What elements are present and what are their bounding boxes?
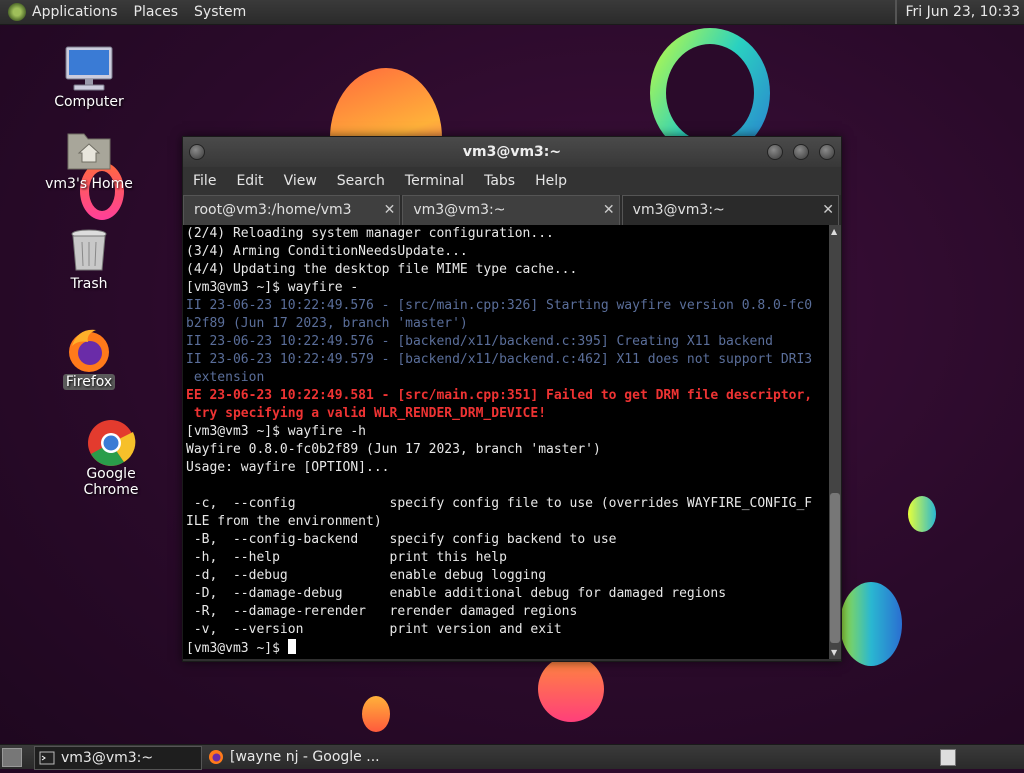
taskbar-item-terminal[interactable]: vm3@vm3:~ (34, 746, 202, 770)
places-menu[interactable]: Places (134, 0, 179, 24)
wallpaper-shape (538, 656, 604, 722)
desktop-icon-label: Google Chrome (83, 466, 139, 498)
terminal-line: extension (186, 370, 265, 385)
tab-close-icon[interactable]: ✕ (822, 196, 834, 224)
desktop-icon-label: Computer (54, 94, 124, 110)
tab-label: root@vm3:/home/vm3 (194, 202, 352, 218)
firefox-icon (64, 326, 114, 372)
window-titlebar[interactable]: vm3@vm3:~ (183, 137, 841, 167)
terminal-prompt-line: [vm3@vm3 ~]$ (186, 639, 826, 658)
terminal-line: -R, --damage-rerender rerender damaged r… (186, 604, 578, 619)
desktop-icon-computer[interactable]: Computer (34, 46, 144, 110)
terminal-line: -v, --version print version and exit (186, 622, 562, 637)
terminal-line: II 23-06-23 10:22:49.579 - [backend/x11/… (186, 352, 813, 367)
terminal-line: (3/4) Arming ConditionNeedsUpdate... (186, 244, 468, 259)
menu-help[interactable]: Help (535, 173, 567, 189)
taskbar-item-label: [wayne nj - Google ... (230, 749, 380, 765)
terminal-line: Wayfire 0.8.0-fc0b2f89 (Jun 17 2023, bra… (186, 442, 601, 457)
terminal-icon (39, 750, 55, 766)
scroll-up-icon[interactable]: ▲ (831, 227, 837, 236)
terminal-line: Usage: wayfire [OPTION]... (186, 460, 390, 475)
tab-root-home[interactable]: root@vm3:/home/vm3 ✕ (183, 195, 401, 225)
menu-search[interactable]: Search (337, 173, 385, 189)
taskbar-item-firefox[interactable]: [wayne nj - Google ... (204, 746, 400, 768)
tab-close-icon[interactable]: ✕ (384, 196, 396, 224)
terminal-line: -c, --config specify config file to use … (186, 496, 813, 511)
trash-icon (64, 228, 114, 274)
bottom-panel: vm3@vm3:~ [wayne nj - Google ... (0, 744, 1024, 770)
window-title: vm3@vm3:~ (462, 144, 562, 160)
firefox-icon (208, 749, 224, 765)
terminal-lines: (2/4) Reloading system manager configura… (186, 225, 826, 658)
tab-vm3-home[interactable]: vm3@vm3:~ ✕ (402, 195, 620, 225)
tab-close-icon[interactable]: ✕ (603, 196, 615, 224)
scroll-down-icon[interactable]: ▼ (831, 648, 837, 657)
terminal-line: (4/4) Updating the desktop file MIME typ… (186, 262, 578, 277)
terminal-line: ILE from the environment) (186, 514, 382, 529)
taskbar-item-label: vm3@vm3:~ (61, 750, 154, 766)
terminal-line: -D, --damage-debug enable additional deb… (186, 586, 727, 601)
desktop-icon-chrome[interactable]: Google Chrome (56, 418, 166, 498)
terminal-line: -d, --debug enable debug logging (186, 568, 547, 583)
maximize-button[interactable] (793, 144, 809, 160)
minimize-button[interactable] (767, 144, 783, 160)
terminal-cursor (287, 639, 296, 654)
terminal-line: II 23-06-23 10:22:49.576 - [src/main.cpp… (186, 298, 813, 313)
terminal-line: try specifying a valid WLR_RENDER_DRM_DE… (186, 406, 547, 421)
terminal-line: EE 23-06-23 10:22:49.581 - [src/main.cpp… (186, 388, 813, 403)
menu-file[interactable]: File (193, 173, 216, 189)
menubar: File Edit View Search Terminal Tabs Help (183, 167, 841, 195)
terminal-line: ​ (186, 477, 826, 495)
home-folder-icon (64, 128, 114, 174)
menu-view[interactable]: View (284, 173, 317, 189)
distro-logo-icon[interactable] (8, 3, 26, 21)
workspace-switcher[interactable] (940, 749, 956, 766)
top-panel: Applications Places System Fri Jun 23, 1… (0, 0, 1024, 25)
desktop-icon-label: Trash (70, 276, 108, 292)
terminal-line: -h, --help print this help (186, 550, 507, 565)
terminal-line: II 23-06-23 10:22:49.576 - [backend/x11/… (186, 334, 773, 349)
terminal-prompt: [vm3@vm3 ~]$ (186, 641, 288, 656)
terminal-scrollbar[interactable]: ▲ ▼ (829, 225, 841, 659)
computer-icon (64, 46, 114, 92)
applications-menu[interactable]: Applications (32, 0, 118, 24)
terminal-output[interactable]: (2/4) Reloading system manager configura… (183, 225, 841, 659)
menu-tabs[interactable]: Tabs (484, 173, 515, 189)
terminal-line: [vm3@vm3 ~]$ wayfire -h (186, 424, 367, 439)
wallpaper-shape (840, 582, 902, 666)
desktop-icon-label: Firefox (62, 374, 116, 390)
close-button[interactable] (819, 144, 835, 160)
window-menu-button[interactable] (189, 144, 205, 160)
wallpaper-shape (362, 696, 390, 732)
terminal-window[interactable]: vm3@vm3:~ File Edit View Search Terminal… (182, 136, 842, 662)
tab-vm3-home-active[interactable]: vm3@vm3:~ ✕ (621, 195, 839, 225)
terminal-line: (2/4) Reloading system manager configura… (186, 226, 554, 241)
desktop-icon-home[interactable]: vm3's Home (34, 128, 144, 192)
tab-bar: root@vm3:/home/vm3 ✕ vm3@vm3:~ ✕ vm3@vm3… (183, 195, 841, 225)
chrome-icon (86, 418, 136, 466)
desktop-icon-firefox[interactable]: Firefox (34, 326, 144, 390)
terminal-line: -B, --config-backend specify config back… (186, 532, 617, 547)
wallpaper-shape (908, 496, 936, 532)
system-menu[interactable]: System (194, 0, 246, 24)
desktop-icon-trash[interactable]: Trash (34, 228, 144, 292)
scrollbar-thumb[interactable] (830, 493, 840, 643)
tab-label: vm3@vm3:~ (413, 202, 506, 218)
menu-edit[interactable]: Edit (236, 173, 263, 189)
terminal-line: b2f89 (Jun 17 2023, branch 'master') (186, 316, 468, 331)
panel-clock[interactable]: Fri Jun 23, 10:33 (895, 0, 1020, 24)
menu-terminal[interactable]: Terminal (405, 173, 464, 189)
tab-label: vm3@vm3:~ (632, 202, 725, 218)
desktop-icon-label: vm3's Home (45, 176, 133, 192)
terminal-line: [vm3@vm3 ~]$ wayfire - (186, 280, 359, 295)
show-desktop-icon[interactable] (2, 748, 22, 767)
